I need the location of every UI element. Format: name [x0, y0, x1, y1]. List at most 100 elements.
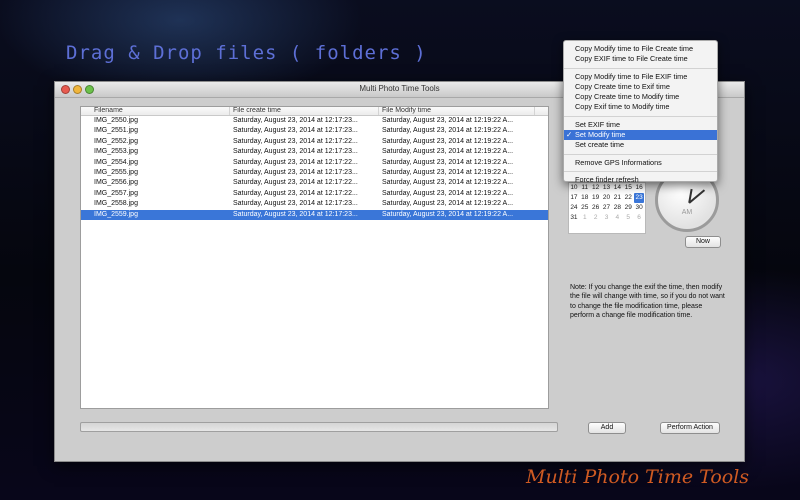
cell-filename: IMG_2553.jpg	[94, 148, 138, 156]
calendar-day[interactable]: 5	[623, 213, 633, 223]
calendar-day[interactable]: 4	[612, 213, 622, 223]
cell-modify-time: Saturday, August 23, 2014 at 12:19:22 A.…	[382, 117, 514, 124]
cell-modify-time: Saturday, August 23, 2014 at 12:19:22 A.…	[382, 168, 514, 176]
cell-create-time: Saturday, August 23, 2014 at 12:17:23...	[233, 148, 358, 156]
menu-item-label: Remove GPS Informations	[575, 157, 662, 167]
cell-modify-time: Saturday, August 23, 2014 at 12:19:22 A.…	[382, 189, 514, 197]
table-row[interactable]: IMG_2556.jpg Saturday, August 23, 2014 at…	[81, 178, 548, 188]
menu-item-label: Copy Exif time to Modify time	[575, 102, 670, 112]
action-dropdown-menu: Copy Modify time to File Create time Copy…	[563, 40, 718, 185]
calendar-week: 17 18 19 20 21 22 23	[569, 193, 645, 203]
cell-create-time: Saturday, August 23, 2014 at 12:17:22...	[233, 137, 358, 145]
cell-filename: IMG_2550.jpg	[94, 117, 138, 124]
cell-create-time: Saturday, August 23, 2014 at 12:17:22...	[233, 179, 358, 187]
cell-filename: IMG_2554.jpg	[94, 158, 138, 166]
menu-item[interactable]: Force finder refresh	[564, 175, 717, 185]
menu-item-label: Set create time	[575, 140, 625, 150]
cell-create-time: Saturday, August 23, 2014 at 12:17:23...	[233, 210, 358, 218]
clock-period: AM	[681, 209, 693, 216]
menu-item[interactable]: Copy Modify time to File Create time	[564, 44, 717, 54]
menu-item-label: Set EXIF time	[575, 119, 621, 129]
perform-action-button[interactable]: Perform Action	[660, 422, 720, 434]
calendar-day[interactable]: 25	[580, 203, 590, 213]
calendar-day[interactable]: 1	[580, 213, 590, 223]
column-header-modify-time[interactable]: File Modify time	[379, 107, 535, 115]
table-header: Filename File create time File Modify ti…	[81, 107, 548, 116]
drop-hint-text: Drag & Drop files ( folders )	[66, 42, 427, 64]
cell-modify-time: Saturday, August 23, 2014 at 12:19:22 A.…	[382, 179, 514, 187]
table-row[interactable]: IMG_2550.jpg Saturday, August 23, 2014 at…	[81, 116, 548, 126]
column-header-filename[interactable]: Filename	[81, 107, 230, 115]
calendar-day[interactable]: 20	[602, 193, 612, 203]
table-row[interactable]: IMG_2552.jpg Saturday, August 23, 2014 at…	[81, 137, 548, 147]
calendar-day[interactable]: 28	[612, 203, 622, 213]
table-row[interactable]: IMG_2558.jpg Saturday, August 23, 2014 at…	[81, 199, 548, 209]
cell-modify-time: Saturday, August 23, 2014 at 12:19:22 A.…	[382, 210, 514, 218]
table-body: IMG_2550.jpg Saturday, August 23, 2014 at…	[81, 116, 548, 220]
calendar-day[interactable]: 19	[591, 193, 601, 203]
calendar-day[interactable]: 21	[612, 193, 622, 203]
calendar-day[interactable]: 31	[569, 213, 579, 223]
cell-create-time: Saturday, August 23, 2014 at 12:17:23...	[233, 200, 358, 208]
table-row[interactable]: IMG_2553.jpg Saturday, August 23, 2014 at…	[81, 147, 548, 157]
cell-filename: IMG_2551.jpg	[94, 127, 138, 135]
calendar-day[interactable]: 22	[623, 193, 633, 203]
cell-filename: IMG_2552.jpg	[94, 137, 138, 145]
calendar-day[interactable]: 27	[602, 203, 612, 213]
cell-filename: IMG_2558.jpg	[94, 200, 138, 208]
column-header-create-time[interactable]: File create time	[230, 107, 379, 115]
menu-item[interactable]: Copy Exif time to Modify time	[564, 102, 717, 112]
menu-item[interactable]: Remove GPS Informations	[564, 158, 717, 168]
file-table[interactable]: Filename File create time File Modify ti…	[80, 106, 549, 409]
checkmark-icon: ✓	[566, 130, 573, 140]
calendar-day[interactable]: 18	[580, 193, 590, 203]
calendar-day[interactable]: 29	[623, 203, 633, 213]
cell-create-time: Saturday, August 23, 2014 at 12:17:23...	[233, 127, 358, 135]
menu-item-label: Copy Modify time to File Create time	[575, 44, 694, 53]
cell-create-time: Saturday, August 23, 2014 at 12:17:23...	[233, 117, 358, 124]
calendar-day[interactable]: 30	[634, 203, 644, 213]
calendar-day[interactable]: 26	[591, 203, 601, 213]
calendar-day[interactable]: 2	[591, 213, 601, 223]
menu-item[interactable]: Set EXIF time	[564, 120, 717, 130]
calendar-day[interactable]: 3	[602, 213, 612, 223]
menu-item-label: Force finder refresh	[575, 174, 639, 184]
calendar-day[interactable]: 24	[569, 203, 579, 213]
cell-filename: IMG_2557.jpg	[94, 189, 138, 197]
table-row[interactable]: IMG_2551.jpg Saturday, August 23, 2014 at…	[81, 126, 548, 136]
calendar-day[interactable]: 6	[634, 213, 644, 223]
cell-filename: IMG_2556.jpg	[94, 179, 138, 187]
cell-modify-time: Saturday, August 23, 2014 at 12:19:22 A.…	[382, 200, 514, 208]
menu-separator	[564, 67, 717, 69]
menu-item[interactable]: Copy Create time to Modify time	[564, 92, 717, 102]
cell-filename: IMG_2555.jpg	[94, 168, 138, 176]
table-row[interactable]: IMG_2555.jpg Saturday, August 23, 2014 at…	[81, 168, 548, 178]
menu-item[interactable]: Set create time	[564, 140, 717, 150]
menu-item[interactable]: Copy EXIF time to File Create time	[564, 54, 717, 64]
menu-item[interactable]: Copy Create time to Exif time	[564, 82, 717, 92]
menu-item[interactable]: Copy Modify time to File EXIF time	[564, 72, 717, 82]
calendar-day[interactable]: 23	[634, 193, 645, 203]
calendar-week: 31 1 2 3 4 5 6	[569, 213, 645, 223]
calendar: 10 11 12 13 14 15 16 17 18 19 20 21 22 23 24 25 26 27 28 29…	[568, 182, 646, 234]
cell-modify-time: Saturday, August 23, 2014 at 12:19:22 A.…	[382, 127, 514, 135]
table-row[interactable]: IMG_2557.jpg Saturday, August 23, 2014 at…	[81, 189, 548, 199]
cell-modify-time: Saturday, August 23, 2014 at 12:19:22 A.…	[382, 137, 514, 145]
menu-separator	[564, 170, 717, 172]
cell-modify-time: Saturday, August 23, 2014 at 12:19:22 A.…	[382, 148, 514, 156]
add-button[interactable]: Add	[588, 422, 626, 434]
menu-item-label: Copy EXIF time to File Create time	[575, 54, 688, 64]
calendar-week: 24 25 26 27 28 29 30	[569, 203, 645, 213]
cell-create-time: Saturday, August 23, 2014 at 12:17:22...	[233, 189, 358, 197]
table-row[interactable]: IMG_2554.jpg Saturday, August 23, 2014 at…	[81, 158, 548, 168]
cell-modify-time: Saturday, August 23, 2014 at 12:19:22 A.…	[382, 158, 514, 166]
menu-separator	[564, 115, 717, 117]
menu-item[interactable]: ✓ Set Modify time	[564, 130, 717, 141]
cell-create-time: Saturday, August 23, 2014 at 12:17:22...	[233, 158, 358, 166]
menu-item-label: Set Modify time	[575, 130, 626, 140]
table-row[interactable]: IMG_2559.jpg Saturday, August 23, 2014 at…	[81, 209, 548, 220]
calendar-day[interactable]: 17	[569, 193, 579, 203]
cell-filename: IMG_2559.jpg	[94, 210, 138, 218]
now-button[interactable]: Now	[685, 236, 721, 248]
progress-bar	[80, 422, 558, 432]
